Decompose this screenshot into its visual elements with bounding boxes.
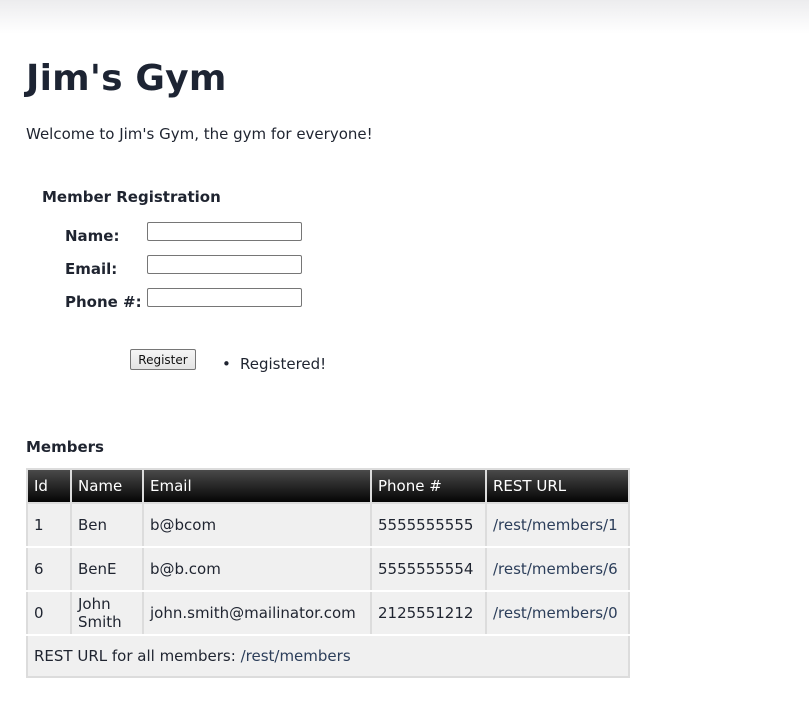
page-title: Jim's Gym	[26, 58, 227, 99]
phone-input[interactable]	[147, 288, 302, 307]
member-name: BenE	[70, 546, 144, 592]
table-footer-row: REST URL for all members: /rest/members	[26, 634, 630, 678]
name-input[interactable]	[147, 222, 302, 241]
members-table: Id Name Email Phone # REST URL 1 Ben b@b…	[26, 468, 630, 678]
member-rest-link[interactable]: /rest/members/1	[493, 516, 618, 534]
member-name: Ben	[70, 502, 144, 548]
column-header-name: Name	[70, 468, 144, 504]
all-members-rest-link[interactable]: /rest/members	[241, 647, 351, 665]
table-row: 1 Ben b@bcom 5555555555 /rest/members/1	[26, 502, 630, 548]
table-header-row: Id Name Email Phone # REST URL	[26, 468, 630, 504]
member-id: 1	[26, 502, 72, 548]
table-row: 0 John Smith john.smith@mailinator.com 2…	[26, 590, 630, 636]
member-phone: 5555555555	[370, 502, 487, 548]
member-phone: 2125551212	[370, 590, 487, 636]
member-id: 0	[26, 590, 72, 636]
member-name: John Smith	[70, 590, 144, 636]
member-email: b@bcom	[142, 502, 372, 548]
name-row: Name:	[65, 222, 365, 245]
table-row: 6 BenE b@b.com 5555555554 /rest/members/…	[26, 546, 630, 592]
phone-label: Phone #:	[65, 293, 142, 311]
member-rest-url-cell: /rest/members/6	[485, 546, 630, 592]
member-rest-url-cell: /rest/members/0	[485, 590, 630, 636]
name-label: Name:	[65, 227, 120, 245]
register-button[interactable]: Register	[130, 349, 196, 370]
member-rest-url-cell: /rest/members/1	[485, 502, 630, 548]
all-members-label: REST URL for all members:	[34, 647, 241, 665]
registration-title: Member Registration	[42, 188, 221, 206]
email-label: Email:	[65, 260, 118, 278]
bullet-icon: •	[222, 355, 231, 373]
column-header-id: Id	[26, 468, 72, 504]
member-rest-link[interactable]: /rest/members/0	[493, 604, 618, 622]
message-text: Registered!	[240, 355, 327, 373]
table-footer-cell: REST URL for all members: /rest/members	[26, 634, 630, 678]
message-item: • Registered!	[222, 354, 326, 374]
column-header-phone: Phone #	[370, 468, 487, 504]
member-email: john.smith@mailinator.com	[142, 590, 372, 636]
message-list: • Registered!	[222, 354, 326, 374]
member-email: b@b.com	[142, 546, 372, 592]
column-header-rest-url: REST URL	[485, 468, 630, 504]
phone-row: Phone #:	[65, 288, 365, 311]
welcome-text: Welcome to Jim's Gym, the gym for everyo…	[26, 125, 373, 143]
member-rest-link[interactable]: /rest/members/6	[493, 560, 618, 578]
email-input[interactable]	[147, 255, 302, 274]
email-row: Email:	[65, 255, 365, 278]
members-title: Members	[26, 438, 104, 456]
column-header-email: Email	[142, 468, 372, 504]
member-phone: 5555555554	[370, 546, 487, 592]
top-gradient-bar	[0, 0, 809, 34]
member-id: 6	[26, 546, 72, 592]
